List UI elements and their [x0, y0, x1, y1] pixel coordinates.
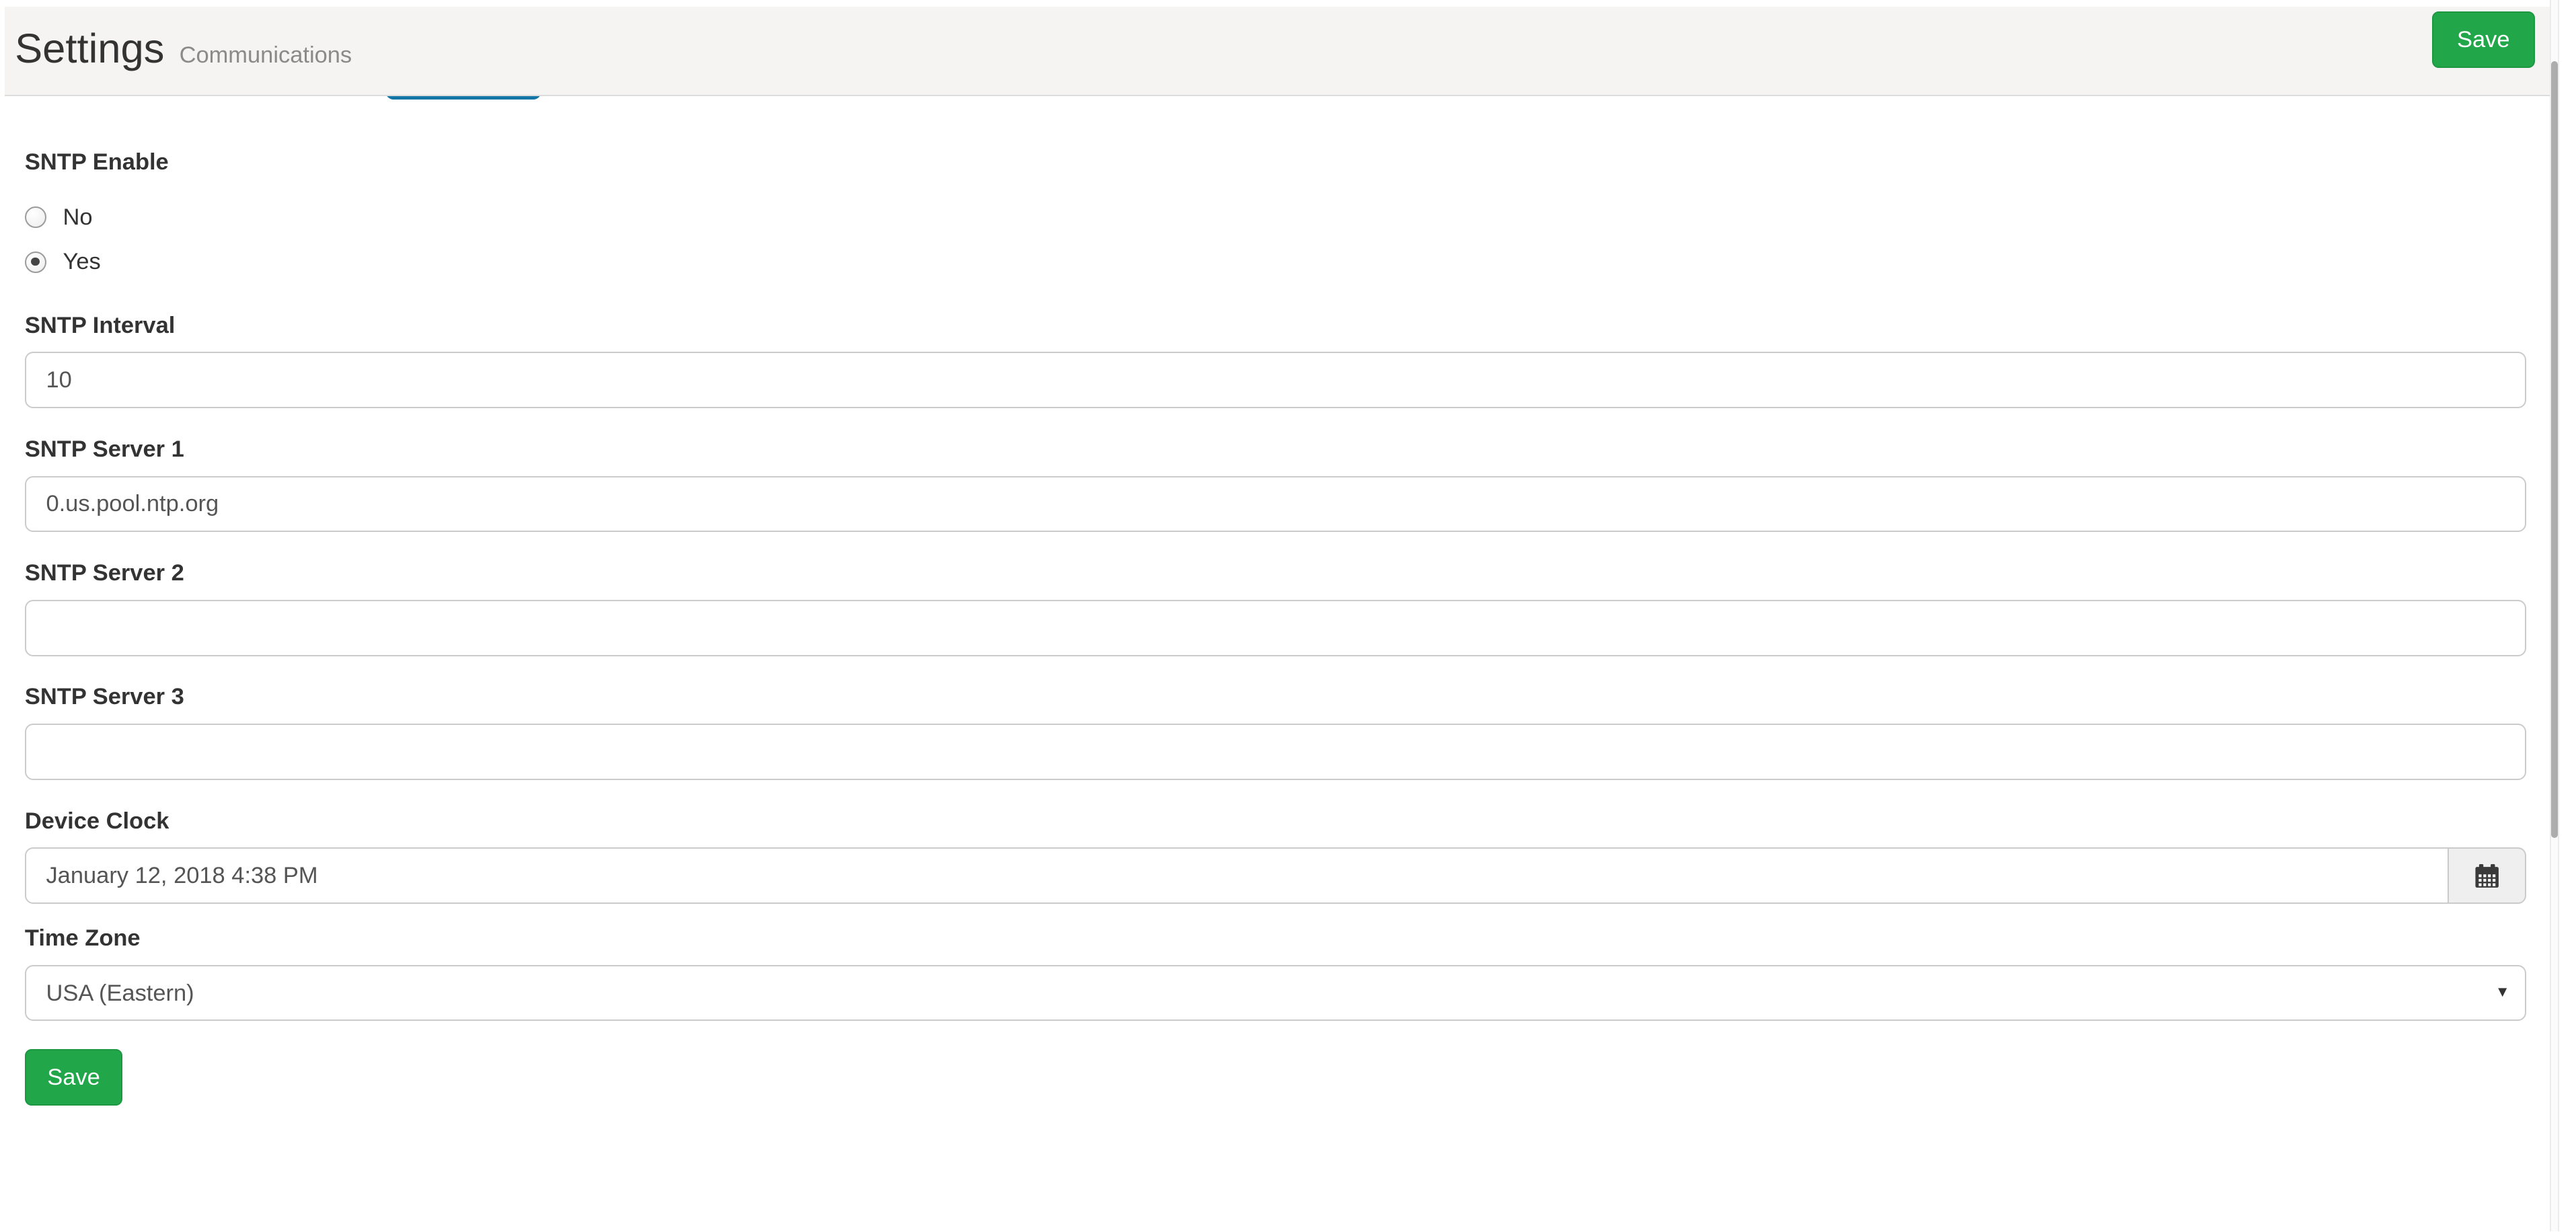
page-header: Settings Communications Save	[5, 7, 2549, 96]
device-clock-label: Device Clock	[25, 808, 2526, 835]
sntp-server-3-input[interactable]	[25, 724, 2526, 780]
scrollbar-thumb[interactable]	[2551, 61, 2559, 837]
field-sntp-interval: SNTP Interval	[25, 313, 2526, 408]
sntp-enable-radio-group: No Yes	[25, 195, 2526, 284]
sntp-server-3-label: SNTP Server 3	[25, 684, 2526, 710]
scrollbar-track[interactable]	[2550, 0, 2560, 1231]
radio-yes-control[interactable]	[25, 252, 46, 273]
device-clock-input[interactable]	[25, 847, 2449, 904]
sntp-enable-option-no[interactable]: No	[25, 195, 2526, 239]
radio-no-label: No	[63, 204, 93, 231]
sntp-server-2-label: SNTP Server 2	[25, 560, 2526, 586]
time-zone-select-wrap: USA (Eastern) ▼	[25, 965, 2526, 1022]
settings-page: Settings Communications Save Wi-FiNetwor…	[0, 0, 2576, 1231]
sntp-server-2-input[interactable]	[25, 600, 2526, 656]
field-device-clock: Device Clock	[25, 808, 2526, 904]
page-title: Settings	[15, 28, 164, 70]
calendar-icon	[2474, 863, 2500, 889]
sntp-server-1-input[interactable]	[25, 476, 2526, 533]
save-button-bottom[interactable]: Save	[25, 1049, 122, 1106]
sntp-interval-label: SNTP Interval	[25, 313, 2526, 339]
field-sntp-enable: SNTP Enable No Yes	[25, 149, 2526, 284]
radio-yes-label: Yes	[63, 249, 101, 275]
page-subtitle: Communications	[180, 42, 352, 69]
sntp-enable-label: SNTP Enable	[25, 149, 2526, 176]
save-button-top[interactable]: Save	[2432, 11, 2535, 68]
time-zone-label: Time Zone	[25, 925, 2526, 952]
field-time-zone: Time Zone USA (Eastern) ▼	[25, 925, 2526, 1021]
radio-no-control[interactable]	[25, 206, 46, 228]
calendar-button[interactable]	[2449, 847, 2527, 904]
sntp-enable-option-yes[interactable]: Yes	[25, 239, 2526, 284]
settings-form: SNTP Enable No Yes SNTP Interval SNTP Ser…	[25, 149, 2526, 1106]
field-sntp-server-1: SNTP Server 1	[25, 436, 2526, 532]
sntp-server-1-label: SNTP Server 1	[25, 436, 2526, 463]
field-sntp-server-2: SNTP Server 2	[25, 560, 2526, 656]
device-clock-input-group	[25, 847, 2526, 904]
sntp-interval-input[interactable]	[25, 352, 2526, 408]
time-zone-select[interactable]: USA (Eastern)	[25, 965, 2526, 1022]
field-sntp-server-3: SNTP Server 3	[25, 684, 2526, 779]
